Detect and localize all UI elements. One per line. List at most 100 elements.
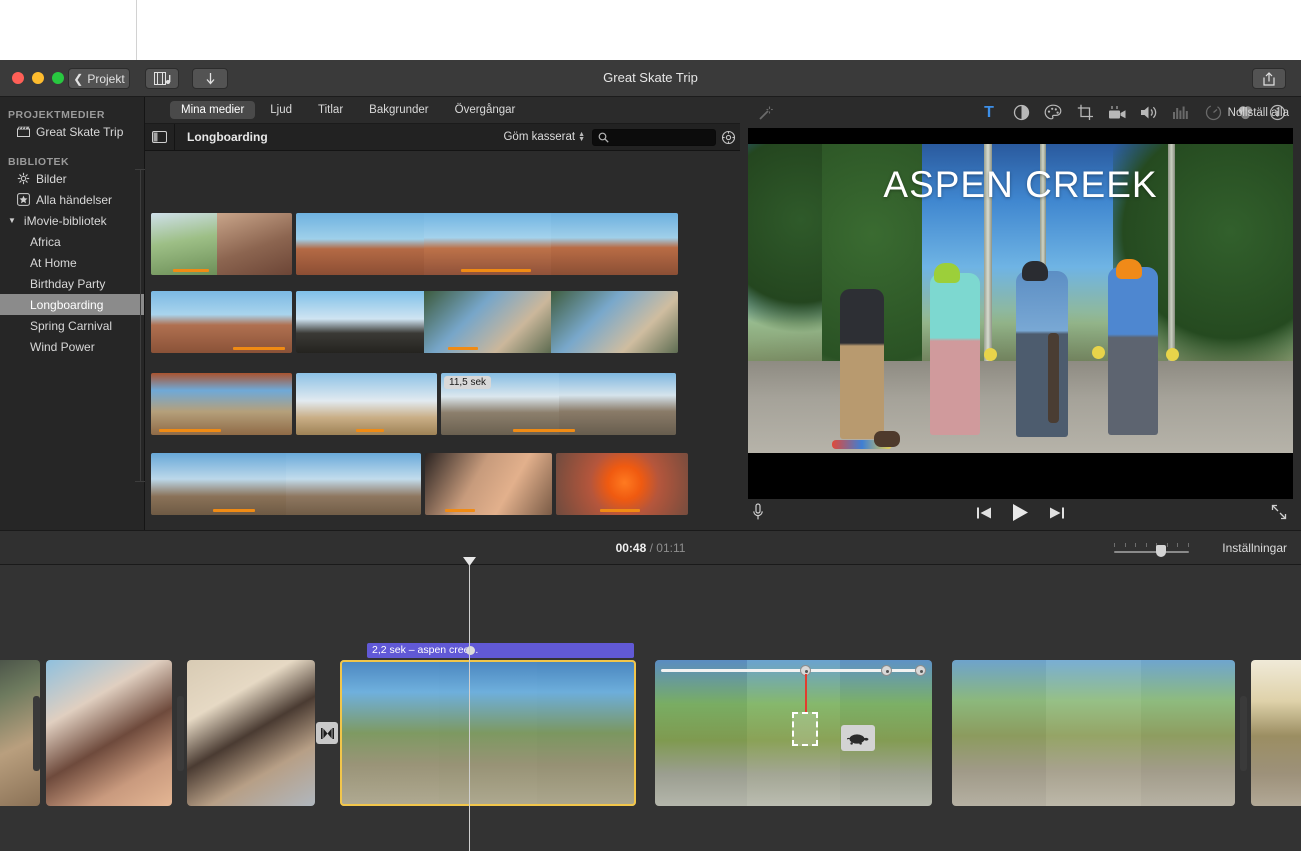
stepper-icon[interactable]: ▲▼ xyxy=(578,132,585,142)
window-titlebar: ❮ Projekt xyxy=(0,60,1301,97)
transition-marker[interactable] xyxy=(316,722,338,744)
media-clip[interactable] xyxy=(151,453,421,515)
search-field[interactable] xyxy=(592,129,716,146)
share-icon xyxy=(1263,72,1275,86)
keyframe-handle[interactable] xyxy=(466,646,475,655)
play-icon[interactable] xyxy=(1012,503,1029,522)
tab-ljud[interactable]: Ljud xyxy=(259,101,303,119)
title-clip-label: 2,2 sek – aspen cree... xyxy=(372,644,478,656)
equalizer-icon[interactable] xyxy=(1165,97,1197,128)
color-balance-icon[interactable] xyxy=(1005,97,1037,128)
share-button[interactable] xyxy=(1252,68,1286,89)
sidebar-item-great-skate-trip[interactable]: Great Skate Trip xyxy=(0,121,144,142)
speed-marker[interactable] xyxy=(881,665,892,676)
stabilization-icon[interactable] xyxy=(1101,97,1133,128)
tab-overgangar[interactable]: Övergångar xyxy=(444,101,527,119)
sidebar-item-imovie-library[interactable]: ▼ iMovie-bibliotek xyxy=(0,210,144,231)
timeline-zoom-slider[interactable] xyxy=(1114,542,1189,556)
speed-icon[interactable] xyxy=(1197,97,1229,128)
color-correction-icon[interactable] xyxy=(1037,97,1069,128)
fullscreen-icon[interactable] xyxy=(1271,504,1287,520)
skip-to-start-icon[interactable] xyxy=(976,506,992,520)
timeline-clip-selected[interactable] xyxy=(340,660,636,806)
clip-thumb xyxy=(559,373,677,435)
clip-thumb xyxy=(187,660,315,806)
skip-to-end-icon[interactable] xyxy=(1049,506,1065,520)
chevron-down-icon[interactable]: ▼ xyxy=(8,216,16,225)
speed-indicator-line xyxy=(805,674,807,712)
timeline-clip[interactable] xyxy=(187,660,315,806)
hide-rejected-control[interactable]: Göm kasserat ▲▼ xyxy=(503,131,585,143)
clip-trim-handle[interactable] xyxy=(177,696,184,771)
media-clip-selected[interactable]: 11,5 sek xyxy=(441,373,676,435)
sidebar-item-bilder[interactable]: Bilder xyxy=(0,168,144,189)
sidebar-item-label: Wind Power xyxy=(30,340,95,354)
clip-thumb xyxy=(439,660,538,806)
sidebar-scroll-indicator[interactable] xyxy=(140,169,144,482)
sidebar-item-wind-power[interactable]: Wind Power xyxy=(0,336,144,357)
titles-icon[interactable]: T xyxy=(973,97,1005,128)
tab-bakgrunder[interactable]: Bakgrunder xyxy=(358,101,439,119)
clip-trim-handle[interactable] xyxy=(33,696,40,771)
sidebar-item-label: Spring Carnival xyxy=(30,319,112,333)
viewer-stage[interactable]: ASPEN CREEK xyxy=(748,128,1293,499)
media-clip[interactable] xyxy=(425,453,552,515)
clip-thumb xyxy=(340,660,439,806)
viewer-frame: ASPEN CREEK xyxy=(748,144,1293,453)
duration-badge: 11,5 sek xyxy=(444,376,491,389)
volume-icon[interactable] xyxy=(1133,97,1165,128)
clip-thumb xyxy=(296,373,437,435)
sidebar-toggle-button[interactable] xyxy=(145,124,175,151)
sidebar-item-label: At Home xyxy=(30,256,77,270)
sidebar-item-label: Birthday Party xyxy=(30,277,105,291)
tab-mina-medier[interactable]: Mina medier xyxy=(170,101,255,119)
browser-header: Longboarding Göm kasserat ▲▼ xyxy=(145,124,740,151)
speed-marker[interactable] xyxy=(915,665,926,676)
search-input[interactable] xyxy=(613,131,713,143)
browser-settings-button[interactable] xyxy=(718,130,738,145)
media-browser[interactable]: 11,5 sek xyxy=(145,151,740,530)
clip-trim-handle[interactable] xyxy=(1240,696,1247,771)
used-indicator xyxy=(445,509,475,512)
zoom-knob[interactable] xyxy=(1156,545,1166,557)
turtle-slow-motion-icon[interactable] xyxy=(841,725,875,751)
viewer-controls xyxy=(740,499,1301,530)
title-clip[interactable]: 2,2 sek – aspen cree... xyxy=(367,643,634,658)
media-clip[interactable] xyxy=(151,373,292,435)
viewer-toolbar: T xyxy=(740,97,1301,128)
media-clip[interactable] xyxy=(296,373,437,435)
magic-wand-icon[interactable] xyxy=(750,97,782,128)
crop-selection-box[interactable] xyxy=(792,712,818,746)
timeline[interactable]: 2,2 sek – aspen cree... xyxy=(0,565,1301,851)
crop-icon[interactable] xyxy=(1069,97,1101,128)
clip-thumb xyxy=(551,291,678,353)
clip-thumb xyxy=(1046,660,1140,806)
timeline-clip[interactable] xyxy=(1251,660,1301,806)
desktop-background xyxy=(0,0,1301,60)
playhead[interactable] xyxy=(469,565,470,851)
settings-button[interactable]: Inställningar xyxy=(1222,541,1287,555)
reset-all-button[interactable]: Nollställ alla xyxy=(1228,107,1289,119)
media-clip[interactable] xyxy=(556,453,688,515)
clapperboard-icon xyxy=(16,125,30,139)
media-clip[interactable] xyxy=(296,291,678,353)
sidebar-item-africa[interactable]: Africa xyxy=(0,231,144,252)
media-clip[interactable] xyxy=(151,213,292,275)
desktop-divider-line xyxy=(136,0,137,60)
sidebar-item-alla-handelser[interactable]: Alla händelser xyxy=(0,189,144,210)
media-clip[interactable] xyxy=(296,213,678,275)
media-clip[interactable] xyxy=(151,291,292,353)
sidebar-item-spring-carnival[interactable]: Spring Carnival xyxy=(0,315,144,336)
media-row: 11,5 sek xyxy=(151,373,676,435)
tab-titlar[interactable]: Titlar xyxy=(307,101,354,119)
used-indicator xyxy=(600,509,640,512)
sidebar-item-longboarding[interactable]: Longboarding xyxy=(0,294,144,315)
sidebar-item-birthday-party[interactable]: Birthday Party xyxy=(0,273,144,294)
sidebar-item-at-home[interactable]: At Home xyxy=(0,252,144,273)
timeline-clip[interactable] xyxy=(952,660,1235,806)
clip-thumb xyxy=(286,453,421,515)
timeline-clip[interactable] xyxy=(46,660,172,806)
gear-icon xyxy=(721,130,736,145)
clip-thumb xyxy=(424,291,551,353)
clip-thumb xyxy=(952,660,1046,806)
